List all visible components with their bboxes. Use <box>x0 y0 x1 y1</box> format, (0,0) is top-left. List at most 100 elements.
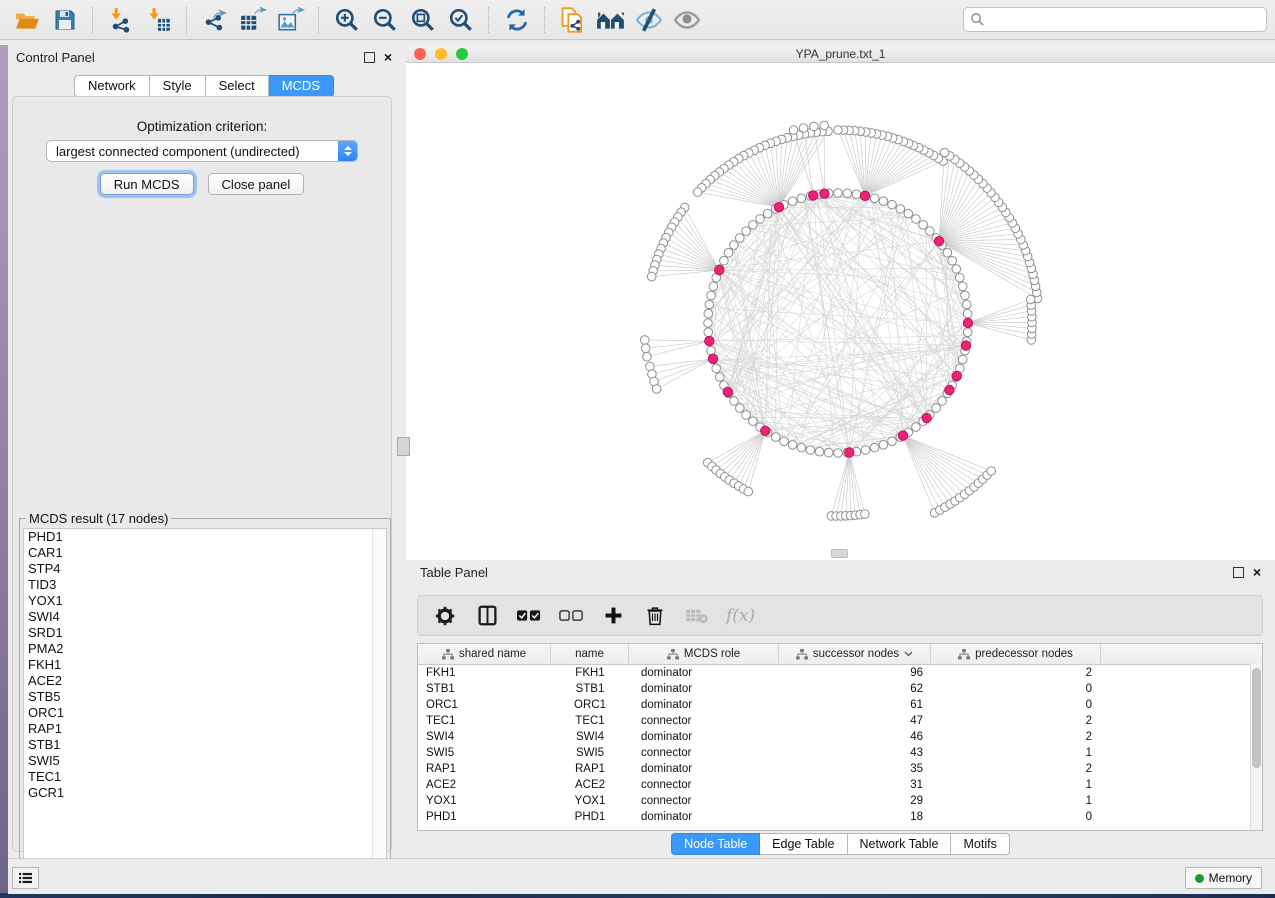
save-icon <box>53 8 77 32</box>
toolbar-separator <box>186 7 188 33</box>
tab-network-table[interactable]: Network Table <box>848 833 952 855</box>
refresh-icon <box>504 7 530 33</box>
delete-column-button[interactable] <box>642 602 668 630</box>
table-row[interactable]: TEC1TEC1connector472 <box>418 713 1262 729</box>
network-title: YPA_prune.txt_1 <box>406 47 1275 61</box>
column-header-mcds-role[interactable]: MCDS role <box>629 644 779 664</box>
tab-network[interactable]: Network <box>74 75 150 97</box>
cell-shared-name: TEC1 <box>418 715 551 727</box>
zoom-out-button[interactable] <box>368 4 402 36</box>
result-node[interactable]: STB1 <box>24 737 386 753</box>
result-node[interactable]: CAR1 <box>24 545 386 561</box>
tab-mcds[interactable]: MCDS <box>269 75 334 97</box>
result-node[interactable]: SWI5 <box>24 753 386 769</box>
refresh-layout-button[interactable] <box>500 4 534 36</box>
export-network-button[interactable] <box>198 4 232 36</box>
table-row[interactable]: RAP1RAP1dominator352 <box>418 761 1262 777</box>
show-column-panel-button[interactable] <box>474 602 500 630</box>
close-panel-button[interactable]: Close panel <box>208 173 305 195</box>
cell-predecessor-nodes: 2 <box>931 667 1101 679</box>
export-table-button[interactable] <box>236 4 270 36</box>
table-scrollbar[interactable] <box>1250 664 1262 830</box>
zoom-selected-button[interactable] <box>444 4 478 36</box>
tab-style[interactable]: Style <box>150 75 206 97</box>
unchecked-boxes-icon <box>559 609 583 622</box>
zoom-fit-button[interactable] <box>406 4 440 36</box>
result-node[interactable]: STB5 <box>24 689 386 705</box>
tab-edge-table[interactable]: Edge Table <box>760 833 847 855</box>
table-panel-titlebar: Table Panel × <box>406 560 1275 584</box>
tab-motifs[interactable]: Motifs <box>951 833 1009 855</box>
eye-icon <box>673 7 701 33</box>
network-canvas[interactable] <box>406 63 1275 560</box>
float-panel-icon[interactable] <box>364 52 375 63</box>
result-node[interactable]: RAP1 <box>24 721 386 737</box>
result-node[interactable]: SRD1 <box>24 625 386 641</box>
close-panel-icon[interactable]: × <box>384 53 392 62</box>
result-node[interactable]: GCR1 <box>24 785 386 801</box>
unselect-all-columns-button[interactable] <box>558 602 584 630</box>
result-node[interactable]: FKH1 <box>24 657 386 673</box>
column-header-name[interactable]: name <box>551 644 629 664</box>
table-row[interactable]: SWI5SWI5connector431 <box>418 745 1262 761</box>
memory-button[interactable]: Memory <box>1185 867 1262 889</box>
cell-successor-nodes: 96 <box>779 667 931 679</box>
search-input[interactable] <box>985 12 1260 28</box>
zoom-in-button[interactable] <box>330 4 364 36</box>
table-row[interactable]: PHD1PHD1dominator180 <box>418 809 1262 825</box>
hierarchy-icon <box>958 649 970 660</box>
control-panel-title: Control Panel <box>16 50 95 65</box>
mcds-result-list[interactable]: PHD1CAR1STP4TID3YOX1SWI4SRD1PMA2FKH1ACE2… <box>23 528 387 880</box>
result-node[interactable]: ACE2 <box>24 673 386 689</box>
table-row[interactable]: ACE2ACE2connector311 <box>418 777 1262 793</box>
show-all-button[interactable] <box>670 4 704 36</box>
hide-selected-button[interactable] <box>632 4 666 36</box>
table-row[interactable]: FKH1FKH1dominator962 <box>418 665 1262 681</box>
ndex-export-button[interactable] <box>556 4 590 36</box>
scrollbar-thumb[interactable] <box>1252 668 1261 768</box>
cell-predecessor-nodes: 0 <box>931 811 1101 823</box>
import-network-icon <box>108 7 134 33</box>
create-column-button[interactable] <box>600 602 626 630</box>
export-image-button[interactable] <box>274 4 308 36</box>
network-graph[interactable] <box>406 63 1275 560</box>
close-panel-icon[interactable]: × <box>1253 568 1261 577</box>
result-node[interactable]: TID3 <box>24 577 386 593</box>
table-row[interactable]: YOX1YOX1connector291 <box>418 793 1262 809</box>
ndex-browse-button[interactable] <box>594 4 628 36</box>
table-row[interactable]: STB1STB1dominator620 <box>418 681 1262 697</box>
tab-select[interactable]: Select <box>206 75 269 97</box>
cell-successor-nodes: 61 <box>779 699 931 711</box>
import-table-button[interactable] <box>142 4 176 36</box>
table-header-row: shared namenameMCDS rolesuccessor nodesp… <box>418 644 1262 665</box>
run-mcds-button[interactable]: Run MCDS <box>100 173 194 195</box>
horizontal-splitter-handle[interactable] <box>831 549 848 558</box>
column-header-shared-name[interactable]: shared name <box>418 644 551 664</box>
result-node[interactable]: ORC1 <box>24 705 386 721</box>
criterion-select[interactable]: largest connected component (undirected) <box>46 140 358 162</box>
result-node[interactable]: YOX1 <box>24 593 386 609</box>
result-node[interactable]: PMA2 <box>24 641 386 657</box>
select-all-columns-button[interactable] <box>516 602 542 630</box>
cell-mcds-role: dominator <box>629 731 779 743</box>
houses-icon <box>596 7 626 33</box>
save-session-button[interactable] <box>48 4 82 36</box>
tab-node-table[interactable]: Node Table <box>671 833 760 855</box>
splitter-grab-handle[interactable] <box>397 437 410 456</box>
result-node[interactable]: TEC1 <box>24 769 386 785</box>
column-header-successor-nodes[interactable]: successor nodes <box>779 644 931 664</box>
table-settings-button[interactable] <box>432 602 458 630</box>
float-panel-icon[interactable] <box>1233 567 1244 578</box>
table-row[interactable]: ORC1ORC1dominator610 <box>418 697 1262 713</box>
table-row[interactable]: SWI4SWI4dominator462 <box>418 729 1262 745</box>
result-node[interactable]: SWI4 <box>24 609 386 625</box>
task-history-button[interactable] <box>12 867 39 889</box>
export-network-icon <box>202 7 228 33</box>
open-file-button[interactable] <box>10 4 44 36</box>
column-header-predecessor-nodes[interactable]: predecessor nodes <box>931 644 1101 664</box>
result-node[interactable]: PHD1 <box>24 529 386 545</box>
sort-descending-icon <box>904 651 913 657</box>
result-node[interactable]: STP4 <box>24 561 386 577</box>
import-network-button[interactable] <box>104 4 138 36</box>
result-list-scrollbar[interactable] <box>372 529 386 879</box>
